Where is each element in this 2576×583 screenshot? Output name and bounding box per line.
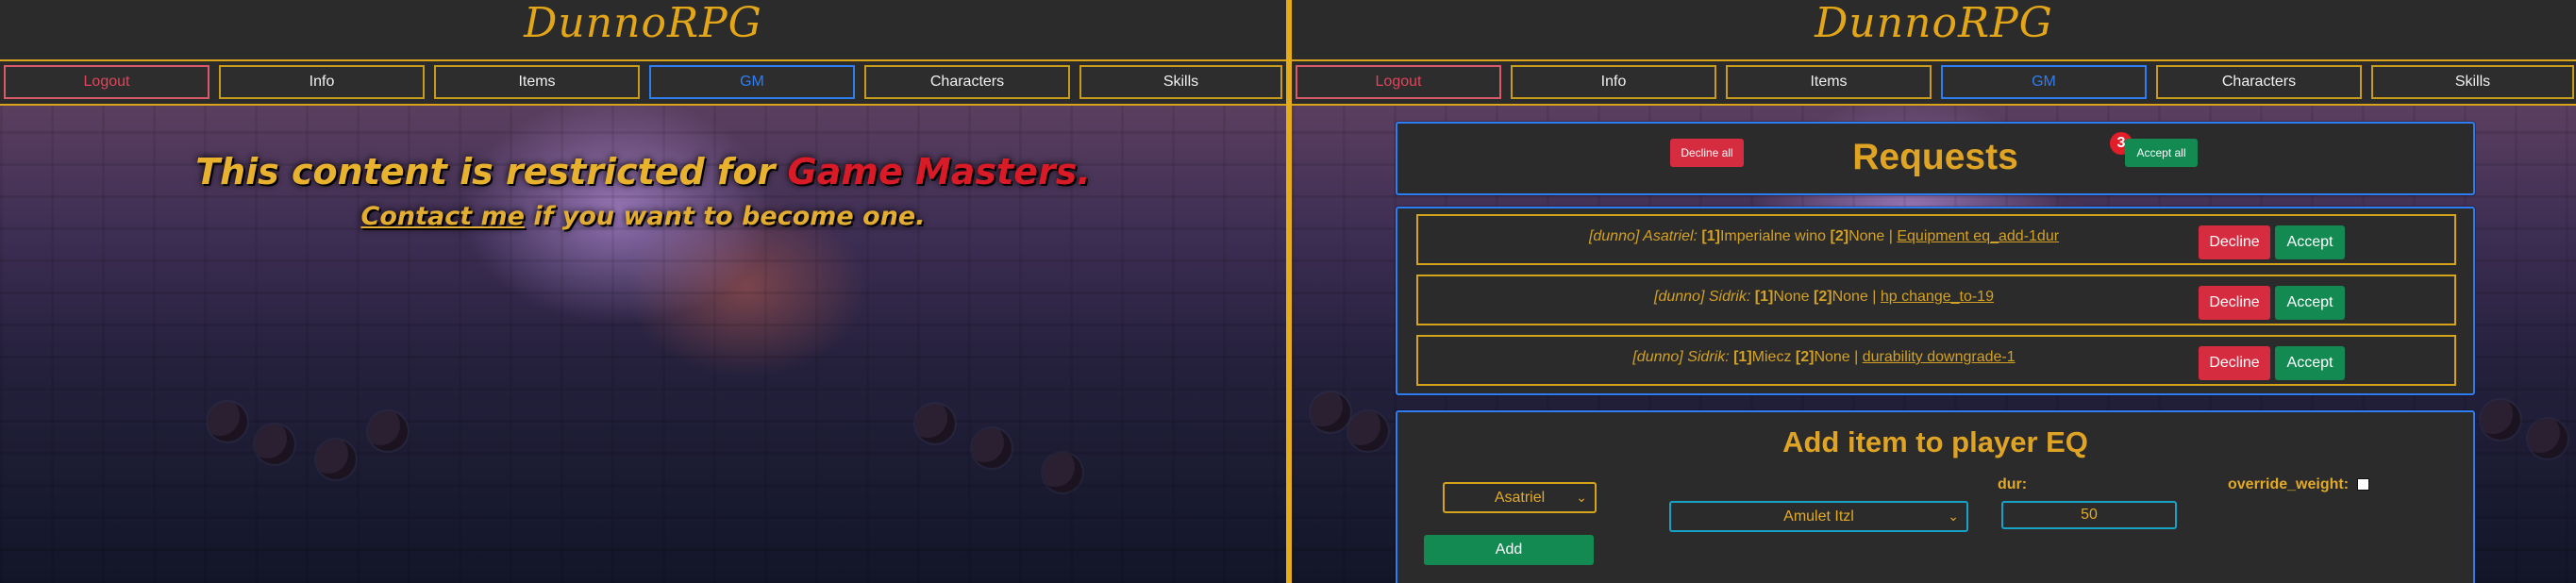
request-user: [dunno] Sidrik:: [1632, 349, 1730, 365]
nav-characters[interactable]: Characters: [864, 65, 1070, 99]
pot-decor: [368, 411, 408, 451]
request-separator: |: [1884, 228, 1898, 244]
nav-logout[interactable]: Logout: [1296, 65, 1501, 99]
top-nav: Logout Info Items GM Characters Skills: [1292, 63, 2576, 106]
restricted-title-highlight: Game Masters.: [787, 151, 1091, 192]
app-header: DunnoRPG: [1292, 0, 2576, 61]
request-param-value: Miecz: [1751, 349, 1792, 365]
top-nav: Logout Info Items GM Characters Skills: [0, 63, 1286, 106]
add-item-title: Add item to player EQ: [1782, 425, 2088, 458]
request-row: [dunno] Sidrik: [1]None [2]None | hp cha…: [1416, 275, 2456, 325]
request-param-value: None: [1848, 228, 1885, 244]
pot-decor: [2528, 419, 2568, 458]
nav-gm[interactable]: GM: [1941, 65, 2147, 99]
pot-decor: [255, 425, 294, 464]
nav-info[interactable]: Info: [219, 65, 425, 99]
request-separator: |: [1867, 289, 1881, 305]
chevron-down-icon: ⌄: [1948, 508, 1959, 524]
request-link[interactable]: durability downgrade-1: [1863, 349, 2016, 365]
request-link[interactable]: Equipment eq_add-1dur: [1897, 228, 2059, 244]
nav-items[interactable]: Items: [1726, 65, 1932, 99]
request-param-label: [1]: [1754, 289, 1774, 305]
request-accept-button[interactable]: Accept: [2275, 286, 2345, 320]
restricted-subtitle: Contact me if you want to become one.: [0, 202, 1286, 231]
item-select-value: Amulet Itzl: [1783, 508, 1854, 525]
restricted-title-prefix: This content is restricted for: [195, 151, 788, 192]
item-select[interactable]: Amulet Itzl ⌄: [1669, 501, 1968, 532]
request-accept-button[interactable]: Accept: [2275, 225, 2345, 259]
contact-link[interactable]: Contact me: [361, 202, 525, 231]
nav-characters[interactable]: Characters: [2156, 65, 2362, 99]
nav-gm[interactable]: GM: [649, 65, 855, 99]
request-param-label: [2]: [1795, 349, 1815, 365]
player-select[interactable]: Asatriel ⌄: [1443, 482, 1597, 513]
request-param-value: None: [1832, 289, 1868, 305]
request-text: [dunno] Sidrik: [1]None [2]None | hp cha…: [1418, 289, 2230, 306]
request-row: [dunno] Asatriel: [1]Imperialne wino [2]…: [1416, 214, 2456, 265]
player-select-value: Asatriel: [1494, 490, 1546, 506]
request-param-value: Imperialne wino: [1719, 228, 1827, 244]
request-decline-button[interactable]: Decline: [2199, 225, 2270, 259]
app-header: DunnoRPG: [0, 0, 1286, 61]
request-param-value: None: [1773, 289, 1810, 305]
override-weight-label: override_weight:: [2228, 476, 2350, 492]
dur-input[interactable]: 50: [2001, 501, 2177, 529]
pot-decor: [972, 428, 1012, 468]
add-item-card: Add item to player EQ Asatriel ⌄ Amulet …: [1396, 410, 2475, 583]
requests-list: [dunno] Asatriel: [1]Imperialne wino [2]…: [1396, 207, 2475, 395]
right-browser-panel: DunnoRPG Logout Info Items GM Characters…: [1292, 0, 2576, 583]
request-user: [dunno] Asatriel:: [1588, 228, 1698, 244]
request-param-label: [1]: [1701, 228, 1720, 244]
nav-items[interactable]: Items: [434, 65, 640, 99]
request-param-label: [1]: [1733, 349, 1752, 365]
override-weight-checkbox[interactable]: [2357, 478, 2369, 491]
request-text: [dunno] Sidrik: [1]Miecz [2]None | durab…: [1418, 349, 2230, 366]
requests-header-card: Decline all Requests 3 Accept all: [1396, 122, 2475, 195]
requests-title: Requests: [1852, 137, 2018, 177]
nav-skills[interactable]: Skills: [2371, 65, 2574, 99]
pot-decor: [915, 404, 955, 443]
request-row: [dunno] Sidrik: [1]Miecz [2]None | durab…: [1416, 335, 2456, 386]
pot-decor: [1311, 392, 1350, 432]
request-text: [dunno] Asatriel: [1]Imperialne wino [2]…: [1418, 228, 2230, 245]
request-user: [dunno] Sidrik:: [1654, 289, 1751, 305]
accept-all-button[interactable]: Accept all: [2125, 139, 2198, 167]
pot-decor: [1043, 453, 1082, 492]
dur-label: dur:: [1998, 476, 2028, 492]
pot-decor: [208, 402, 247, 441]
request-link[interactable]: hp change_to-19: [1881, 289, 1994, 305]
request-param-label: [2]: [1830, 228, 1849, 244]
left-browser-panel: DunnoRPG Logout Info Items GM Characters…: [0, 0, 1286, 583]
request-accept-button[interactable]: Accept: [2275, 346, 2345, 380]
nav-logout[interactable]: Logout: [4, 65, 209, 99]
restricted-title: This content is restricted for Game Mast…: [0, 151, 1286, 192]
request-param-value: None: [1814, 349, 1850, 365]
pot-decor: [1348, 411, 1388, 451]
pot-decor: [316, 440, 356, 479]
app-brand: DunnoRPG: [524, 0, 762, 47]
request-decline-button[interactable]: Decline: [2199, 286, 2270, 320]
background-decor: [0, 338, 1286, 583]
add-button[interactable]: Add: [1424, 535, 1594, 565]
nav-skills[interactable]: Skills: [1079, 65, 1282, 99]
nav-info[interactable]: Info: [1511, 65, 1716, 99]
app-brand: DunnoRPG: [1815, 0, 2053, 47]
restricted-message: This content is restricted for Game Mast…: [0, 151, 1286, 231]
pot-decor: [2481, 400, 2520, 440]
request-param-label: [2]: [1814, 289, 1832, 305]
chevron-down-icon: ⌄: [1576, 490, 1587, 505]
contact-suffix: if you want to become one.: [524, 202, 926, 231]
request-decline-button[interactable]: Decline: [2199, 346, 2270, 380]
request-separator: |: [1849, 349, 1863, 365]
